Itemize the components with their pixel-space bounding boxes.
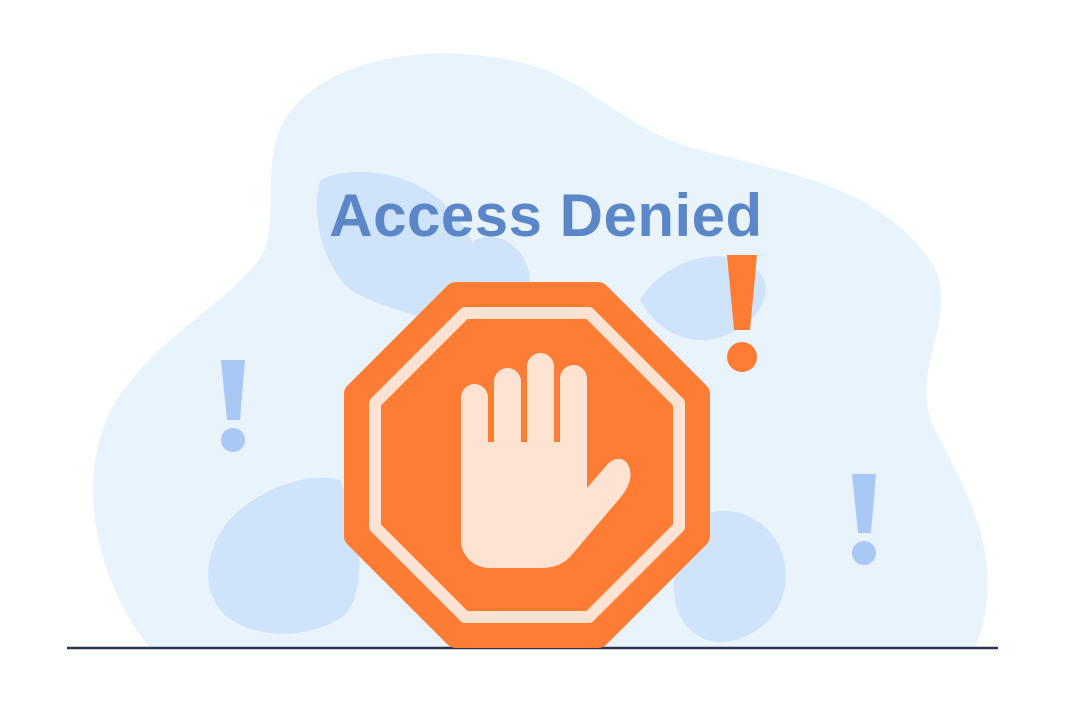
page-title: Access Denied: [329, 182, 763, 249]
stop-sign-icon: [344, 282, 710, 648]
access-denied-illustration: Access Denied: [0, 0, 1080, 720]
illustration-canvas: [67, 53, 998, 650]
